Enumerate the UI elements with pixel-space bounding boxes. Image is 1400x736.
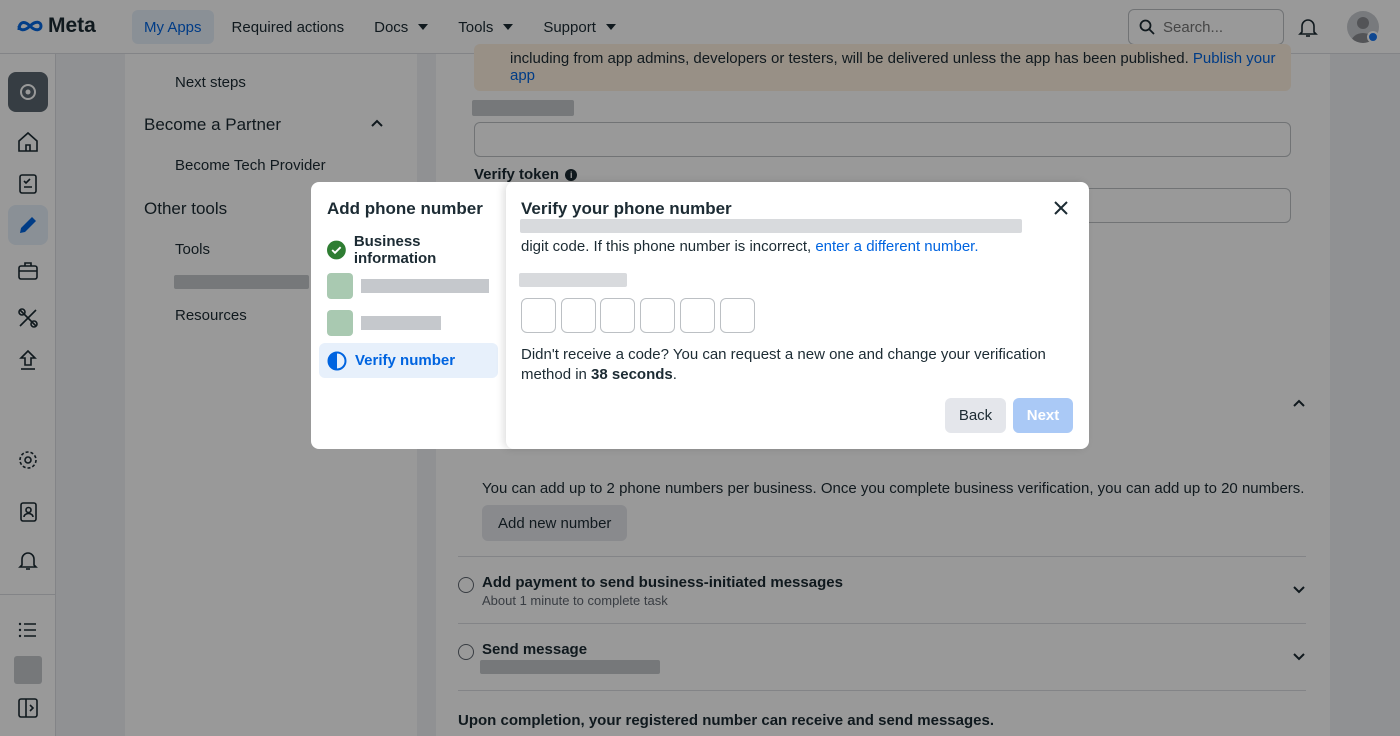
dialog-title: Verify your phone number — [521, 199, 732, 218]
next-button[interactable]: Next — [1013, 398, 1073, 433]
back-button[interactable]: Back — [945, 398, 1006, 433]
step-label: Business information — [353, 232, 437, 267]
enter-different-number-link[interactable]: enter a different number. — [815, 238, 978, 255]
step-redacted-1 — [319, 268, 498, 303]
code-digit-5-input[interactable] — [680, 298, 715, 333]
redacted-code-label — [519, 273, 627, 287]
step-redacted-2 — [319, 305, 498, 340]
check-circle-icon — [327, 240, 346, 259]
dialog-description: digit code. If this phone number is inco… — [521, 238, 979, 255]
redacted-description — [520, 219, 1022, 233]
close-icon[interactable] — [1052, 199, 1070, 217]
step-thumbnail — [327, 272, 353, 299]
code-digit-2-input[interactable] — [561, 298, 596, 333]
verify-dialog: Verify your phone number digit code. If … — [506, 182, 1089, 449]
code-digit-1-input[interactable] — [521, 298, 556, 333]
countdown-timer: 38 seconds — [591, 366, 673, 383]
code-digit-6-input[interactable] — [720, 298, 755, 333]
step-label: Verify number — [355, 352, 456, 369]
description-text: digit code. If this phone number is inco… — [521, 238, 812, 255]
code-digit-3-input[interactable] — [600, 298, 635, 333]
step-business-information: Business information — [319, 232, 498, 267]
dialog-steps-panel: Add phone number Business information Ve… — [311, 182, 521, 449]
step-verify-number: Verify number — [319, 343, 498, 378]
resend-notice: Didn't receive a code? You can request a… — [521, 345, 1071, 385]
redacted-step-label — [361, 278, 489, 293]
code-digit-4-input[interactable] — [640, 298, 675, 333]
redacted-step-label — [361, 315, 441, 330]
dialog-steps-title: Add phone number — [327, 199, 483, 218]
period: . — [672, 366, 677, 383]
step-thumbnail — [327, 309, 353, 336]
half-circle-progress-icon — [327, 351, 347, 370]
